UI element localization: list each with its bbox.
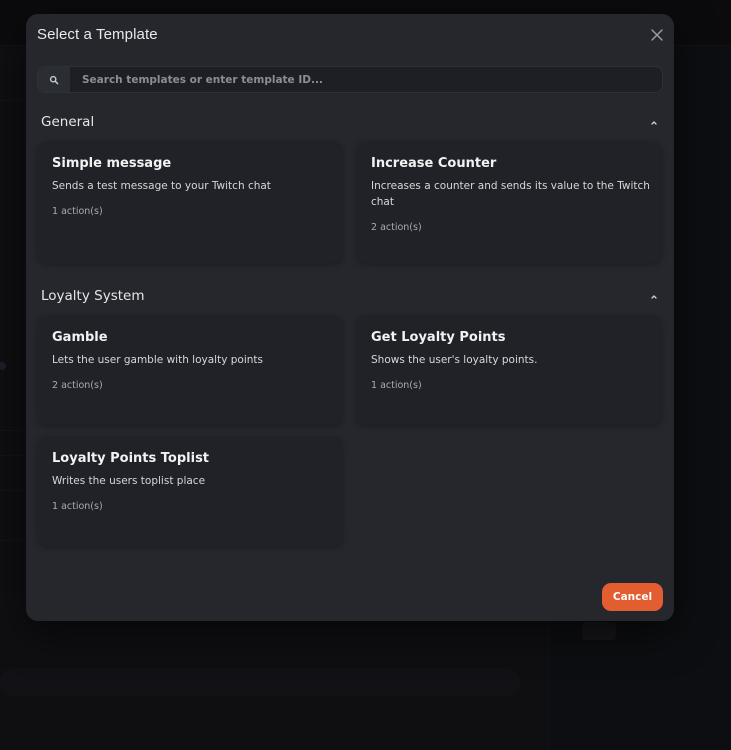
section-header-loyalty-system[interactable]: Loyalty System <box>41 288 659 308</box>
template-description: Writes the users toplist place <box>52 475 206 487</box>
chevron-up-icon <box>651 121 657 125</box>
template-card-gamble[interactable]: Gamble Lets the user gamble with loyalty… <box>37 315 343 425</box>
template-description: Shows the user's loyalty points. <box>371 354 538 366</box>
modal-title: Select a Template <box>37 26 158 43</box>
section-title: General <box>41 114 95 130</box>
search-input[interactable] <box>80 67 650 92</box>
search-icon-container <box>38 67 70 92</box>
template-description: Increases a counter and sends its value … <box>371 180 650 208</box>
section-header-general[interactable]: General <box>41 114 659 134</box>
template-card-increase-counter[interactable]: Increase Counter Increases a counter and… <box>356 141 662 263</box>
template-action-count: 1 action(s) <box>52 501 103 512</box>
template-title: Get Loyalty Points <box>371 330 506 345</box>
template-card-get-loyalty-points[interactable]: Get Loyalty Points Shows the user's loya… <box>356 315 662 425</box>
select-template-modal: Select a Template General Simple message… <box>26 14 674 621</box>
template-card-loyalty-points-toplist[interactable]: Loyalty Points Toplist Writes the users … <box>37 436 343 546</box>
chevron-up-icon <box>651 295 657 299</box>
template-action-count: 2 action(s) <box>371 222 422 233</box>
search-icon <box>49 75 59 84</box>
template-title: Gamble <box>52 330 108 345</box>
template-action-count: 1 action(s) <box>52 206 103 217</box>
search-box <box>37 66 663 93</box>
cancel-button[interactable]: Cancel <box>602 583 663 611</box>
template-title: Increase Counter <box>371 156 497 171</box>
template-action-count: 1 action(s) <box>371 380 422 391</box>
template-card-simple-message[interactable]: Simple message Sends a test message to y… <box>37 141 343 263</box>
section-title: Loyalty System <box>41 288 145 304</box>
template-description: Sends a test message to your Twitch chat <box>52 180 271 192</box>
template-title: Loyalty Points Toplist <box>52 451 210 466</box>
template-title: Simple message <box>52 156 172 171</box>
template-description: Lets the user gamble with loyalty points <box>52 354 264 366</box>
close-icon <box>651 29 663 41</box>
close-button[interactable] <box>648 26 666 44</box>
template-action-count: 2 action(s) <box>52 380 103 391</box>
